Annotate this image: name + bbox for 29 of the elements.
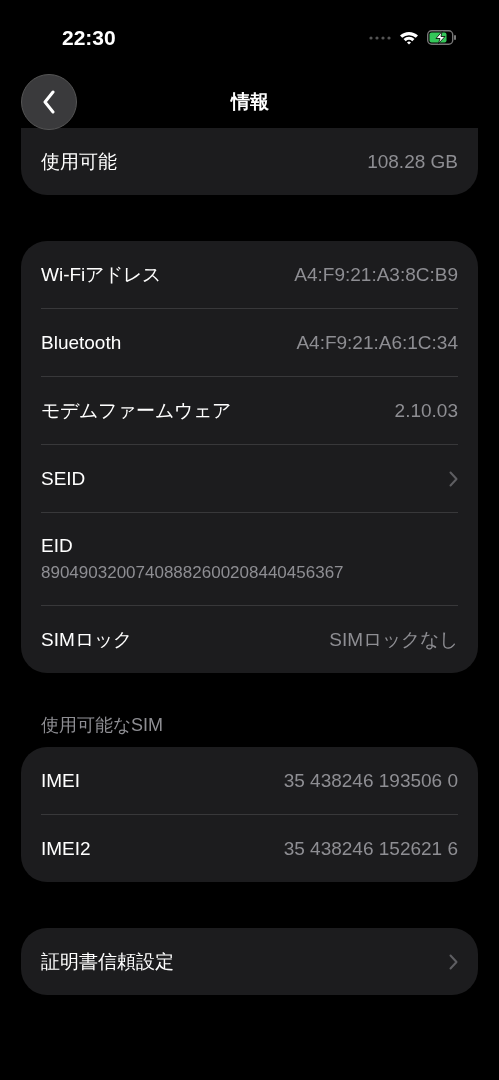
- row-label: Wi-Fiアドレス: [41, 262, 162, 287]
- row-value: A4:F9:21:A6:1C:34: [296, 331, 458, 354]
- row-value: SIMロックなし: [329, 627, 458, 652]
- signal-icon: [369, 35, 391, 40]
- row-label: IMEI2: [41, 837, 91, 860]
- page-title: 情報: [230, 89, 269, 114]
- row-label: SEID: [41, 467, 86, 490]
- row-label: SIMロック: [41, 627, 132, 652]
- row-value: 35 438246 193506 0: [283, 769, 458, 792]
- list-item[interactable]: SEID: [41, 444, 458, 512]
- status-time: 22:30: [62, 25, 116, 50]
- section-header: 使用可能なSIM: [41, 715, 163, 735]
- row-label: 証明書信頼設定: [41, 949, 174, 974]
- row-label: EID: [41, 535, 73, 557]
- chevron-right-icon: [449, 953, 458, 970]
- list-item[interactable]: 証明書信頼設定: [41, 928, 458, 995]
- row-value: 2.10.03: [394, 399, 458, 422]
- wifi-icon: [399, 30, 419, 45]
- row-value: 89049032007408882600208440456367: [41, 563, 344, 583]
- row-label: モデムファームウェア: [41, 398, 231, 423]
- row-label: IMEI: [41, 769, 81, 792]
- row-value: 35 438246 152621 6: [283, 837, 458, 860]
- row-value: 108.28 GB: [367, 150, 458, 173]
- chevron-right-icon: [449, 470, 458, 487]
- back-icon: [42, 89, 56, 114]
- row-label: Bluetooth: [41, 331, 122, 354]
- row-label: 使用可能: [41, 149, 117, 174]
- battery-charging-icon: [427, 30, 457, 45]
- row-value: A4:F9:21:A3:8C:B9: [294, 263, 458, 286]
